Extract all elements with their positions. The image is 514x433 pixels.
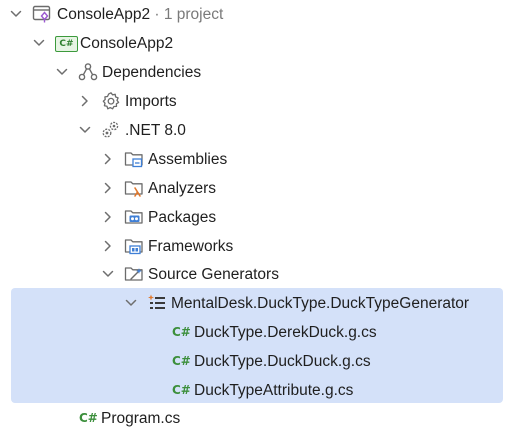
frameworks-folder-icon <box>124 236 144 256</box>
framework-label: .NET 8.0 <box>125 122 186 139</box>
folder-label-source-generators: Source Generators <box>148 266 279 283</box>
tree-row-packages[interactable]: Packages <box>0 203 514 232</box>
chevron-down-icon[interactable] <box>101 267 115 281</box>
chevron-down-icon[interactable] <box>78 123 92 137</box>
gear-icon <box>101 91 121 111</box>
packages-folder-icon <box>124 207 144 227</box>
chevron-right-icon[interactable] <box>78 94 92 108</box>
csharp-file-icon: C# <box>172 383 191 397</box>
dependencies-icon <box>78 62 98 82</box>
solution-project-count: · 1 project <box>150 6 224 23</box>
assemblies-folder-icon <box>124 149 144 169</box>
folder-label-packages: Packages <box>148 209 217 226</box>
chevron-down-icon[interactable] <box>55 65 69 79</box>
generator-label: MentalDesk.DuckType.DuckTypeGenerator <box>171 295 470 312</box>
chevron-down-icon[interactable] <box>124 296 138 310</box>
solution-explorer-tree: ConsoleApp2 · 1 project C# ConsoleApp2 D… <box>0 0 514 432</box>
tree-row-program-file[interactable]: C# Program.cs <box>0 404 514 433</box>
generator-icon <box>147 293 167 313</box>
csharp-file-icon: C# <box>172 325 191 339</box>
tree-row-frameworks[interactable]: Frameworks <box>0 232 514 261</box>
dotnet-gears-icon <box>101 120 121 140</box>
project-name: ConsoleApp2 <box>80 35 174 52</box>
chevron-right-icon[interactable] <box>101 239 115 253</box>
file-label: DuckType.DuckDuck.g.cs <box>194 353 371 370</box>
folder-label-analyzers: Analyzers <box>148 180 217 197</box>
csharp-project-icon: C# <box>55 36 78 52</box>
dependencies-label: Dependencies <box>102 64 202 81</box>
tree-row-source-generators[interactable]: Source Generators <box>0 260 514 289</box>
file-label: Program.cs <box>101 410 181 427</box>
chevron-right-icon[interactable] <box>101 152 115 166</box>
tree-row-generated-file[interactable]: C# DuckTypeAttribute.g.cs <box>0 376 514 405</box>
tree-row-analyzers[interactable]: Analyzers <box>0 174 514 203</box>
solution-icon <box>32 4 52 24</box>
source-generators-folder-icon <box>124 264 144 284</box>
chevron-down-icon[interactable] <box>32 36 46 50</box>
chevron-right-icon[interactable] <box>101 210 115 224</box>
solution-name: ConsoleApp2 <box>57 6 151 23</box>
tree-row-dependencies[interactable]: Dependencies <box>0 58 514 87</box>
file-label: DuckTypeAttribute.g.cs <box>194 382 354 399</box>
csharp-file-icon: C# <box>79 411 98 425</box>
analyzers-folder-icon <box>124 178 144 198</box>
tree-row-generated-file[interactable]: C# DuckType.DuckDuck.g.cs <box>0 347 514 376</box>
csharp-file-icon: C# <box>172 354 191 368</box>
folder-label-frameworks: Frameworks <box>148 238 234 255</box>
solution-label: ConsoleApp2 · 1 project <box>57 5 223 24</box>
chevron-down-icon[interactable] <box>9 7 23 21</box>
tree-row-generated-file[interactable]: C# DuckType.DerekDuck.g.cs <box>0 318 514 347</box>
file-label: DuckType.DerekDuck.g.cs <box>194 324 377 341</box>
tree-row-solution[interactable]: ConsoleApp2 · 1 project <box>0 0 514 29</box>
imports-label: Imports <box>125 93 177 110</box>
tree-row-generator[interactable]: MentalDesk.DuckType.DuckTypeGenerator <box>0 289 514 318</box>
chevron-right-icon[interactable] <box>101 181 115 195</box>
tree-row-imports[interactable]: Imports <box>0 87 514 116</box>
tree-row-assemblies[interactable]: Assemblies <box>0 145 514 174</box>
tree-row-project[interactable]: C# ConsoleApp2 <box>0 29 514 58</box>
tree-row-framework[interactable]: .NET 8.0 <box>0 116 514 145</box>
folder-label-assemblies: Assemblies <box>148 151 228 168</box>
